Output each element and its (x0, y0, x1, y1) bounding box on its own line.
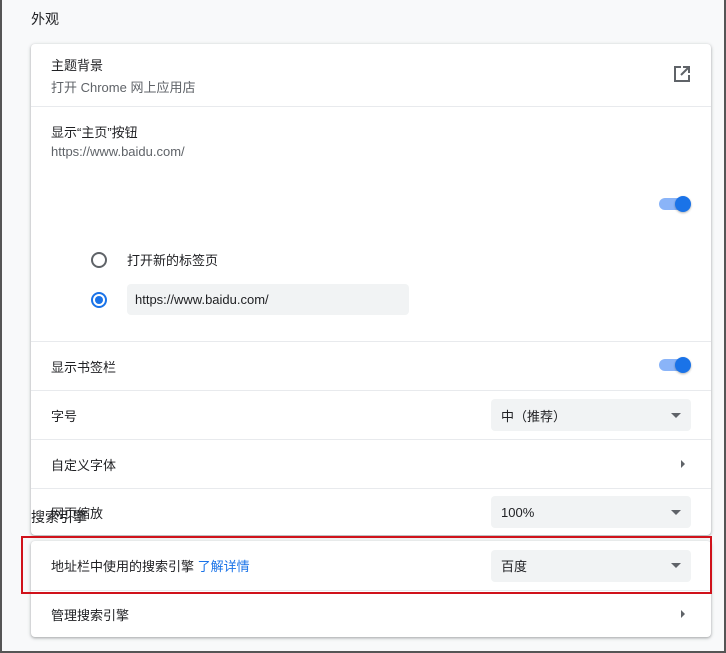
appearance-card: 主题背景 打开 Chrome 网上应用店 显示“主页”按钮 https://ww… (31, 44, 711, 535)
theme-label: 主题背景 (51, 57, 104, 73)
theme-row[interactable]: 主题背景 打开 Chrome 网上应用店 (31, 44, 711, 106)
home-button-sub: https://www.baidu.com/ (51, 144, 185, 159)
radio-new-tab[interactable]: 打开新的标签页 (91, 250, 218, 269)
home-button-section: 显示“主页”按钮 https://www.baidu.com/ 打开新的标签页 … (31, 106, 711, 315)
open-in-new-icon[interactable] (673, 65, 691, 86)
manage-search-label: 管理搜索引擎 (51, 607, 130, 623)
radio-new-tab-label: 打开新的标签页 (127, 253, 219, 268)
bookmarks-bar-label: 显示书签栏 (51, 359, 117, 375)
font-size-select[interactable]: 中（推荐） (491, 399, 691, 431)
font-size-value: 中（推荐） (501, 408, 567, 424)
manage-search-row[interactable]: 管理搜索引擎 (31, 590, 711, 637)
page-zoom-row: 网页缩放 100% (31, 488, 711, 535)
page-zoom-value: 100% (501, 504, 535, 520)
home-button-label: 显示“主页”按钮 (51, 125, 138, 140)
radio-selected-icon[interactable] (91, 291, 107, 308)
highlight-box (21, 536, 712, 594)
page-zoom-select[interactable]: 100% (491, 496, 691, 528)
search-heading: 搜索引擎 (31, 509, 87, 525)
chevron-down-icon (671, 412, 681, 418)
custom-fonts-row[interactable]: 自定义字体 (31, 439, 711, 488)
radio-custom-url[interactable]: https://www.baidu.com/ (91, 284, 409, 315)
appearance-heading: 外观 (31, 11, 59, 27)
home-button-toggle[interactable] (659, 196, 691, 212)
chevron-right-icon (681, 460, 685, 468)
bookmarks-bar-row[interactable]: 显示书签栏 (31, 341, 711, 390)
chevron-right-icon (681, 610, 685, 618)
home-url-input[interactable]: https://www.baidu.com/ (127, 284, 409, 315)
theme-sub: 打开 Chrome 网上应用店 (51, 79, 196, 95)
chevron-down-icon (671, 509, 681, 515)
custom-fonts-label: 自定义字体 (51, 457, 117, 473)
radio-icon[interactable] (91, 251, 107, 268)
bookmarks-bar-toggle[interactable] (659, 357, 691, 373)
font-size-row: 字号 中（推荐） (31, 390, 711, 439)
